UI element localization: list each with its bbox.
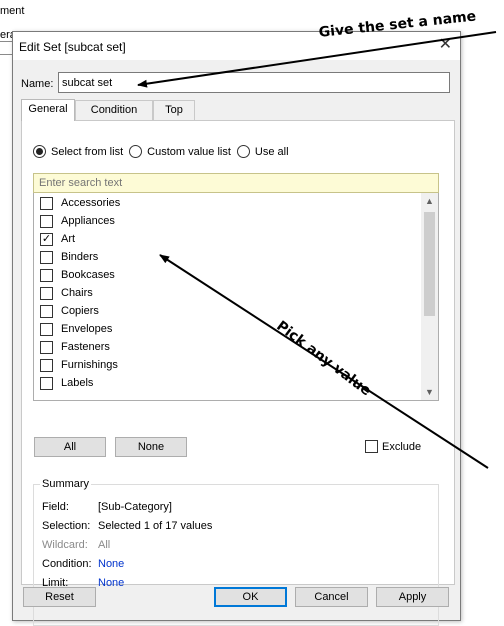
list-item[interactable]: Furnishings — [40, 356, 118, 374]
list-item-label: Fasteners — [61, 341, 110, 353]
checkbox[interactable] — [40, 340, 53, 354]
background-text: ment — [0, 5, 25, 17]
list-item-label: Bookcases — [61, 269, 115, 281]
checkbox[interactable] — [40, 358, 53, 372]
title-bar: Edit Set [subcat set] ✕ — [13, 32, 460, 60]
summary-wildcard-label: Wildcard: — [42, 539, 88, 551]
edit-set-dialog: Edit Set [subcat set] ✕ Name: General Co… — [12, 31, 461, 626]
summary-field-label: Field: — [42, 501, 69, 513]
list-scrollbar[interactable]: ▲ ▼ — [421, 193, 438, 400]
radio-select-from-list[interactable] — [33, 145, 46, 158]
scroll-down-icon[interactable]: ▼ — [421, 384, 438, 400]
list-item[interactable]: Envelopes — [40, 320, 112, 338]
exclude-option[interactable]: Exclude — [365, 440, 421, 453]
check-icon: ✓ — [41, 232, 52, 245]
list-item-label: Furnishings — [61, 359, 118, 371]
list-item-label: Copiers — [61, 305, 99, 317]
scroll-thumb[interactable] — [424, 212, 435, 316]
list-item[interactable]: Copiers — [40, 302, 99, 320]
list-item-label: Art — [61, 233, 76, 245]
tab-condition[interactable]: Condition — [75, 100, 153, 120]
summary-limit-link[interactable]: None — [98, 577, 124, 589]
exclude-checkbox[interactable] — [365, 440, 378, 453]
summary-condition-label: Condition: — [42, 558, 92, 570]
tab-top[interactable]: Top — [153, 100, 195, 120]
selection-mode-group: Select from list Custom value list Use a… — [33, 145, 295, 158]
checkbox[interactable] — [40, 196, 53, 210]
search-input[interactable] — [33, 173, 439, 193]
list-item-label: Appliances — [61, 215, 115, 227]
ok-button[interactable]: OK — [214, 587, 287, 607]
cancel-button[interactable]: Cancel — [295, 587, 368, 607]
checkbox[interactable] — [40, 214, 53, 228]
radio-label: Custom value list — [147, 145, 231, 158]
checkbox[interactable] — [40, 304, 53, 318]
radio-custom-value-list[interactable] — [129, 145, 143, 158]
checkbox[interactable] — [40, 376, 53, 390]
list-item[interactable]: Chairs — [40, 284, 93, 302]
list-item[interactable]: Accessories — [40, 194, 120, 212]
checkbox[interactable] — [40, 322, 53, 336]
list-item[interactable]: Binders — [40, 248, 98, 266]
list-item-label: Accessories — [61, 197, 121, 209]
checkbox[interactable] — [40, 268, 53, 282]
list-item-label: Labels — [61, 377, 94, 389]
checkbox-checked[interactable]: ✓ — [40, 232, 53, 246]
list-item-label: Binders — [61, 251, 99, 263]
list-item[interactable]: Appliances — [40, 212, 115, 230]
radio-label: Use all — [254, 145, 289, 158]
tab-label: Top — [165, 104, 183, 116]
checkbox[interactable] — [40, 250, 53, 264]
list-item[interactable]: ✓ Art — [40, 230, 75, 248]
name-input[interactable] — [58, 72, 450, 93]
summary-field-value: [Sub-Category] — [98, 501, 172, 513]
exclude-label: Exclude — [382, 440, 422, 453]
summary-title: Summary — [40, 478, 92, 490]
summary-selection-label: Selection: — [42, 520, 91, 532]
list-item-label: Chairs — [61, 287, 93, 299]
value-list: Accessories Appliances ✓ Art Binders Book… — [33, 193, 439, 401]
scroll-up-icon[interactable]: ▲ — [421, 193, 438, 210]
radio-label: Select from list — [51, 145, 124, 158]
tab-label: Condition — [90, 104, 138, 116]
name-label: Name: — [21, 78, 54, 90]
none-button[interactable]: None — [115, 437, 187, 457]
list-item[interactable]: Bookcases — [40, 266, 115, 284]
reset-button[interactable]: Reset — [23, 587, 96, 607]
general-tab-panel: Select from list Custom value list Use a… — [21, 120, 455, 626]
all-button[interactable]: All — [34, 437, 106, 457]
tab-general[interactable]: General — [21, 99, 75, 121]
summary-selection-value: Selected 1 of 17 values — [98, 520, 213, 532]
summary-condition-link[interactable]: None — [98, 558, 124, 570]
tab-label: General — [28, 103, 68, 115]
list-item-label: Envelopes — [61, 323, 113, 335]
radio-use-all[interactable] — [236, 145, 250, 158]
apply-button[interactable]: Apply — [376, 587, 449, 607]
list-item[interactable]: Labels — [40, 374, 93, 392]
summary-wildcard-value: All — [98, 539, 111, 551]
checkbox[interactable] — [40, 286, 53, 300]
list-item[interactable]: Fasteners — [40, 338, 110, 356]
close-icon[interactable]: ✕ — [439, 36, 452, 54]
dialog-title: Edit Set [subcat set] — [19, 40, 126, 54]
